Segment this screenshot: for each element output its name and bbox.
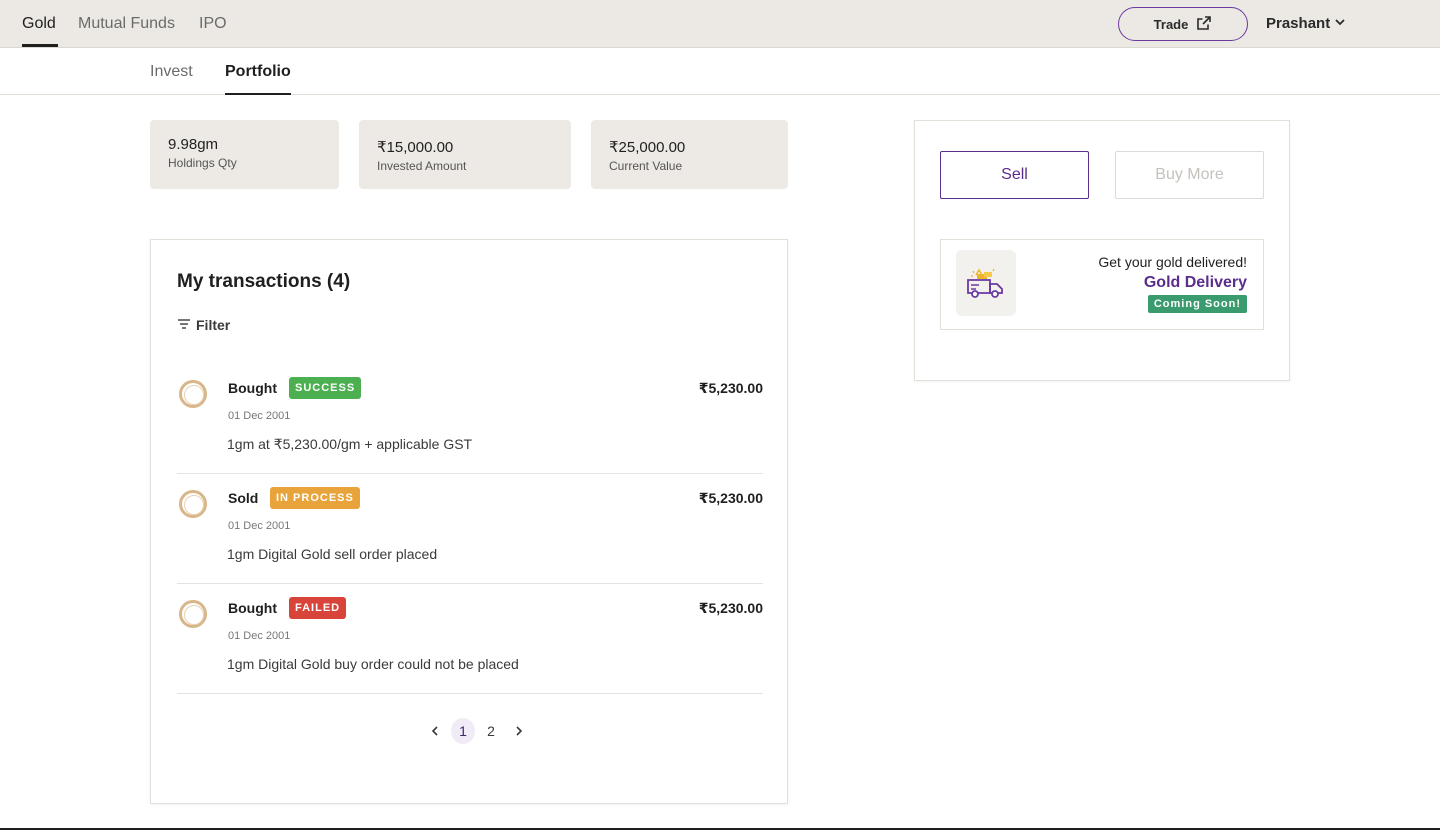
stat-invested-amount: ₹15,000.00 Invested Amount: [359, 120, 571, 189]
transaction-date: 01 Dec 2001: [228, 630, 291, 642]
transaction-date: 01 Dec 2001: [228, 410, 291, 422]
filter-icon: [177, 317, 191, 333]
stat-current-value: ₹25,000.00 Current Value: [591, 120, 788, 189]
active-tab-indicator: [22, 44, 58, 47]
transactions-title: My transactions (4): [177, 271, 351, 292]
delivery-subtitle: Get your gold delivered!: [1098, 254, 1247, 270]
status-badge: SUCCESS: [289, 377, 362, 399]
filter-button[interactable]: Filter: [177, 317, 230, 333]
gold-coin-icon: [179, 600, 207, 628]
transaction-date: 01 Dec 2001: [228, 520, 291, 532]
filter-label: Filter: [196, 317, 231, 333]
stat-label: Holdings Qty: [168, 156, 237, 170]
user-name: Prashant: [1266, 15, 1331, 32]
stat-label: Invested Amount: [377, 159, 467, 173]
gold-coin-icon: [179, 380, 207, 408]
tab-invest[interactable]: Invest: [150, 63, 193, 81]
topnav-mutual-funds[interactable]: Mutual Funds: [78, 15, 175, 33]
gold-coin-icon: [179, 490, 207, 518]
coming-soon-badge: Coming Soon!: [1147, 295, 1247, 313]
stat-value: 9.98gm: [168, 136, 219, 153]
transaction-description: 1gm at ₹5,230.00/gm + applicable GST: [227, 436, 473, 452]
stat-value: ₹15,000.00: [377, 139, 454, 156]
sell-button[interactable]: Sell: [940, 151, 1089, 199]
transaction-type: Bought: [228, 380, 277, 396]
transaction-row[interactable]: Bought SUCCESS 01 Dec 2001 1gm at ₹5,230…: [177, 364, 763, 474]
buy-more-button[interactable]: Buy More: [1115, 151, 1264, 199]
transaction-row[interactable]: Sold IN PROCESS 01 Dec 2001 1gm Digital …: [177, 474, 763, 584]
page-1-button[interactable]: 1: [451, 718, 475, 744]
stat-value: ₹25,000.00: [609, 139, 686, 156]
top-nav-bar: Gold Mutual Funds IPO Trade Prashant: [0, 0, 1440, 48]
transaction-description: 1gm Digital Gold sell order placed: [227, 546, 438, 562]
status-badge: IN PROCESS: [270, 487, 360, 509]
transaction-description: 1gm Digital Gold buy order could not be …: [227, 656, 519, 672]
topnav-gold[interactable]: Gold: [22, 15, 56, 33]
transaction-amount: ₹5,230.00: [698, 490, 763, 506]
delivery-truck-icon: [956, 250, 1016, 316]
active-subtab-indicator: [225, 93, 291, 95]
chevron-right-icon[interactable]: [507, 718, 531, 744]
transactions-card: My transactions (4) Filter Bought SUCCES…: [150, 239, 788, 804]
stat-holdings-qty: 9.98gm Holdings Qty: [150, 120, 339, 189]
status-badge: FAILED: [289, 597, 347, 619]
pagination: 1 2: [423, 718, 531, 744]
stat-label: Current Value: [609, 159, 683, 173]
chevron-down-icon: [1334, 15, 1346, 32]
trade-button[interactable]: Trade: [1118, 7, 1248, 41]
user-menu[interactable]: Prashant: [1266, 15, 1346, 32]
trade-label: Trade: [1153, 16, 1189, 32]
page-2-button[interactable]: 2: [479, 718, 503, 744]
transaction-row[interactable]: Bought FAILED 01 Dec 2001 1gm Digital Go…: [177, 584, 763, 694]
chevron-left-icon[interactable]: [423, 718, 447, 744]
tab-portfolio[interactable]: Portfolio: [225, 63, 291, 81]
topnav-ipo[interactable]: IPO: [199, 15, 227, 33]
gold-delivery-banner[interactable]: Get your gold delivered! Gold Delivery C…: [940, 239, 1264, 330]
transaction-type: Bought: [228, 600, 277, 616]
transaction-type: Sold: [228, 490, 259, 506]
actions-card: Sell Buy More Get your gold delivered! G…: [914, 120, 1290, 381]
delivery-text: Get your gold delivered! Gold Delivery C…: [1098, 254, 1247, 313]
delivery-title: Gold Delivery: [1143, 274, 1247, 291]
sub-nav-bar: Invest Portfolio: [0, 48, 1440, 95]
external-link-icon: [1196, 15, 1212, 34]
transaction-amount: ₹5,230.00: [698, 380, 763, 396]
transaction-amount: ₹5,230.00: [698, 600, 763, 616]
